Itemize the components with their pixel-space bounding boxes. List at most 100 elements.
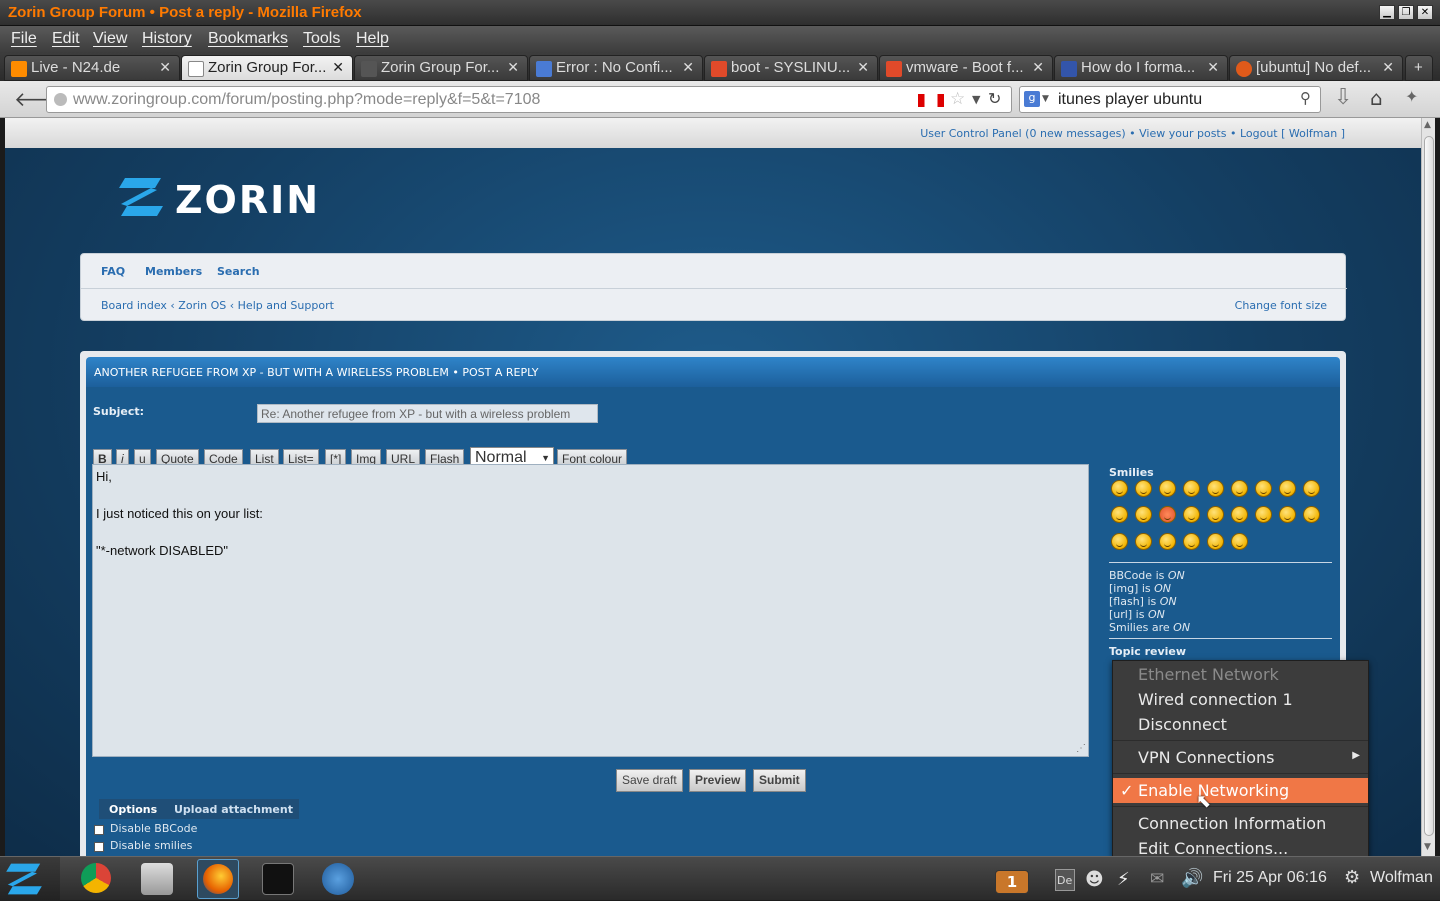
smiley-icon[interactable] [1135,506,1152,523]
google-search-engine-icon[interactable]: g [1024,91,1040,107]
smiley-icon[interactable] [1159,506,1176,523]
smiley-icon[interactable] [1231,533,1248,550]
submit-button[interactable]: Submit [753,769,806,792]
tab-options[interactable]: Options [109,803,157,816]
search-link[interactable]: Search [217,265,260,278]
disable-smilies-checkbox[interactable] [94,842,104,852]
tab-close-icon[interactable]: ✕ [682,59,694,76]
tab-how-do-i-format[interactable]: How do I forma... ✕ [1054,55,1228,81]
smiley-icon[interactable] [1231,480,1248,497]
search-icon[interactable]: ⚲ [1300,89,1311,107]
tab-upload-attachment[interactable]: Upload attachment [174,803,293,816]
smiley-icon[interactable] [1255,480,1272,497]
smiley-icon[interactable] [1183,480,1200,497]
smiley-icon[interactable] [1183,506,1200,523]
tab-vmware-boot[interactable]: vmware - Boot f... ✕ [879,55,1053,81]
tab-ubuntu-no-def[interactable]: [ubuntu] No def... ✕ [1229,55,1403,81]
smiley-icon[interactable] [1279,480,1296,497]
tab-close-icon[interactable]: ✕ [332,59,344,76]
page-scrollbar[interactable]: ▲ ▼ [1421,118,1435,856]
search-input[interactable]: itunes player ubuntu [1058,91,1202,109]
minimize-button[interactable]: ▁ [1379,5,1395,20]
zorin-browser-icon[interactable] [322,863,354,895]
mail-icon[interactable]: ✉ [1150,869,1164,889]
preview-button[interactable]: Preview [689,769,747,792]
downloads-icon[interactable]: ⇩ [1334,85,1352,110]
smiley-icon[interactable] [1207,506,1224,523]
smiley-icon[interactable] [1135,480,1152,497]
scroll-up-icon[interactable]: ▲ [1424,120,1431,130]
new-tab-button[interactable]: + [1405,55,1433,81]
menu-item-enable-networking[interactable]: ✓ Enable Networking [1113,778,1368,803]
network-icon[interactable]: ⚡ [1117,869,1130,890]
file-manager-icon[interactable] [141,863,173,895]
message-textarea[interactable]: Hi, I just noticed this on your list: "*… [92,464,1089,757]
clock[interactable]: Fri 25 Apr 06:16 [1213,869,1327,887]
user-links[interactable]: User Control Panel (0 new messages) • Vi… [920,127,1345,140]
scrollbar-thumb[interactable] [1424,136,1434,836]
volume-icon[interactable]: 🔊 [1181,868,1203,889]
tab-zorin-forum-2[interactable]: Zorin Group For... ✕ [354,55,528,81]
user-name[interactable]: Wolfman [1370,869,1433,887]
smiley-icon[interactable] [1159,480,1176,497]
disable-bbcode-checkbox[interactable] [94,825,104,835]
smiley-icon[interactable] [1159,533,1176,550]
breadcrumb[interactable]: Board index ‹ Zorin OS ‹ Help and Suppor… [101,299,334,312]
smiley-icon[interactable] [1279,506,1296,523]
smiley-icon[interactable] [1111,506,1128,523]
bookmark-star-icon[interactable]: ☆ [950,89,965,109]
zorin-logo[interactable]: ZORIN [117,176,318,222]
tab-close-icon[interactable]: ✕ [1382,59,1394,76]
history-dropdown-icon[interactable]: ▼ [972,93,980,106]
smiley-icon[interactable] [1303,480,1320,497]
url-bar[interactable]: www.zoringroup.com/forum/posting.php?mod… [46,86,1012,113]
tab-close-icon[interactable]: ✕ [1032,59,1044,76]
menu-view[interactable]: View [93,30,127,48]
smiley-icon[interactable] [1303,506,1320,523]
menu-file[interactable]: File [11,30,37,48]
chevron-down-icon[interactable]: ▼ [1042,94,1049,104]
menu-item-vpn-connections[interactable]: VPN Connections ▶ [1113,745,1368,770]
addon-icon[interactable]: ✦ [1405,87,1418,106]
smiley-icon[interactable] [1111,533,1128,550]
close-window-button[interactable]: ✕ [1417,5,1433,20]
tab-zorin-forum-active[interactable]: Zorin Group For... ✕ [181,55,353,81]
tab-live-n24[interactable]: Live - N24.de ✕ [4,55,180,81]
home-icon[interactable]: ⌂ [1370,86,1383,110]
tab-close-icon[interactable]: ✕ [507,59,519,76]
maximize-button[interactable]: ❐ [1398,5,1414,20]
terminal-icon[interactable] [262,863,294,895]
smiley-icon[interactable] [1207,533,1224,550]
firefox-taskbar-button[interactable] [197,859,239,899]
smiley-icon[interactable] [1207,480,1224,497]
tab-error-no-config[interactable]: Error : No Confi... ✕ [529,55,703,81]
save-draft-button[interactable]: Save draft [616,769,683,792]
keyboard-layout-indicator[interactable]: De [1055,869,1075,891]
tab-close-icon[interactable]: ✕ [159,59,171,76]
resize-grip-icon[interactable]: ⋰ [1076,743,1086,754]
menu-item-wired-connection[interactable]: Wired connection 1 [1113,687,1368,712]
reload-icon[interactable]: ↻ [988,89,1001,108]
menu-tools[interactable]: Tools [303,30,340,48]
menu-help[interactable]: Help [356,30,389,48]
smiley-icon[interactable] [1111,480,1128,497]
smiley-icon[interactable] [1183,533,1200,550]
scroll-down-icon[interactable]: ▼ [1424,842,1431,852]
menu-item-connection-information[interactable]: Connection Information [1113,811,1368,836]
gear-icon[interactable]: ⚙ [1344,867,1360,888]
tab-boot-syslinux[interactable]: boot - SYSLINU... ✕ [704,55,878,81]
faq-link[interactable]: FAQ [101,265,125,278]
smiley-icon[interactable] [1135,533,1152,550]
menu-bookmarks[interactable]: Bookmarks [208,30,288,48]
menu-item-disconnect[interactable]: Disconnect [1113,712,1368,737]
menu-edit[interactable]: Edit [52,30,80,48]
workspace-indicator[interactable]: 1 [995,870,1029,894]
smiley-icon[interactable] [1255,506,1272,523]
smiley-icon[interactable] [1231,506,1248,523]
topic-review-link[interactable]: Topic review [1109,645,1186,658]
subject-field[interactable]: Re: Another refugee from XP - but with a… [257,404,598,423]
search-bar[interactable]: g ▼ itunes player ubuntu ⚲ [1019,86,1321,113]
chrome-icon[interactable] [81,863,111,893]
members-link[interactable]: Members [145,265,202,278]
menu-history[interactable]: History [142,30,192,48]
